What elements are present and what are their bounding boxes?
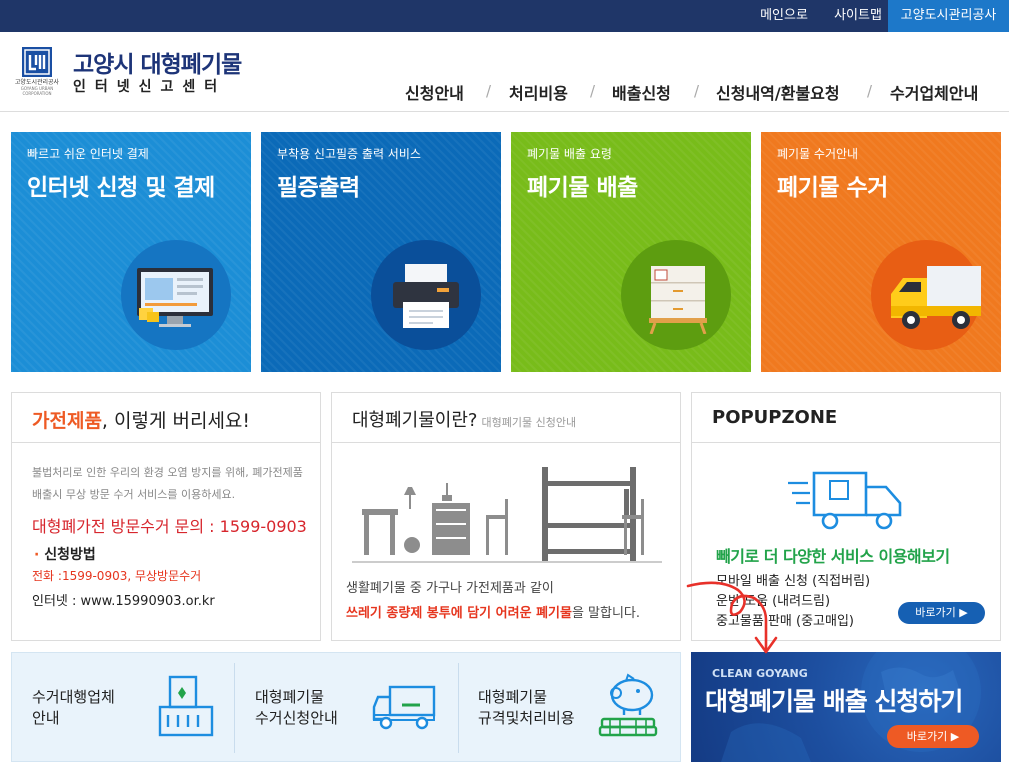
quick-divider [234, 663, 235, 753]
cabinet-icon [649, 266, 707, 334]
tile-waste-collection[interactable]: 폐기물 수거안내 폐기물 수거 [761, 132, 1001, 372]
banner-title: 대형폐기물 배출 신청하기 [705, 687, 963, 716]
appliance-title-highlight: 가전제품 [32, 410, 102, 432]
nav-separator: / [590, 82, 596, 100]
home-link[interactable]: 메인으로 [748, 0, 820, 32]
appliance-title-rest: , 이렇게 버리세요! [101, 410, 251, 432]
popup-go-button[interactable]: 바로가기 ▶ [898, 602, 985, 624]
quick-collector-guide[interactable]: 수거대행업체안내 [32, 687, 115, 729]
tile-title: 인터넷 신청 및 결제 [27, 175, 215, 201]
quick-line: 안내 [32, 709, 60, 727]
panel-header: POPUPZONE [692, 393, 1000, 443]
whatis-line1: 생활폐기물 중 가구나 가전제품과 같이 [346, 581, 554, 596]
appliance-phone: 대형폐가전 방문수거 문의 : 1599-0903 [32, 517, 307, 536]
nav-separator: / [867, 82, 873, 100]
whatis-title[interactable]: 대형폐기물이란? 대형폐기물 신청안내 [352, 406, 576, 432]
apply-method-web[interactable]: 인터넷 : www.15990903.or.kr [32, 590, 215, 609]
tile-title: 폐기물 배출 [527, 175, 638, 201]
whatis-title-sub: 대형폐기물 신청안내 [481, 416, 577, 429]
apply-method-text: 신청방법 [44, 547, 96, 563]
nav-separator: / [486, 82, 492, 100]
sitemap-link[interactable]: 사이트맵 [822, 0, 894, 32]
logo-org-name: 고양도시관리공사 [14, 79, 60, 86]
banner-caption: CLEAN GOYANG [712, 667, 808, 680]
nav-separator: / [694, 82, 700, 100]
tile-waste-disposal[interactable]: 폐기물 배출 요령 폐기물 배출 [511, 132, 751, 372]
top-utility-bar: 메인으로 사이트맵 고양도시관리공사 [0, 0, 1009, 32]
corporation-link[interactable]: 고양도시관리공사 [888, 0, 1009, 32]
nav-collector-guide[interactable]: 수거업체안내 [890, 80, 978, 103]
whatis-title-text: 대형폐기물이란? [352, 410, 478, 431]
tile-caption: 빠르고 쉬운 인터넷 결제 [27, 147, 149, 161]
tile-caption: 폐기물 수거안내 [777, 147, 859, 161]
banner-go-button[interactable]: 바로가기 ▶ [887, 725, 979, 748]
disposal-apply-banner[interactable]: CLEAN GOYANG 대형폐기물 배출 신청하기 바로가기 ▶ [691, 652, 1001, 762]
tile-caption: 폐기물 배출 요령 [527, 147, 612, 161]
panel-header: 가전제품, 이렇게 버리세요! [12, 393, 320, 443]
whatis-panel: 대형폐기물이란? 대형폐기물 신청안내 생활폐기물 중 가구나 가전제품과 같이… [331, 392, 681, 641]
nav-apply-guide[interactable]: 신청안내 [405, 80, 464, 103]
appliance-title: 가전제품, 이렇게 버리세요! [32, 406, 250, 433]
building-icon [158, 675, 214, 737]
quick-collection-guide[interactable]: 대형폐기물수거신청안내 [255, 687, 338, 729]
quick-line: 수거신청안내 [255, 709, 338, 727]
header-divider [0, 111, 1009, 112]
quick-divider [458, 663, 459, 753]
apply-method-phone: 전화 :1599-0903, 무상방문수거 [32, 569, 202, 583]
site-title[interactable]: 고양시 대형폐기물 [73, 45, 242, 79]
quick-line: 대형폐기물 [255, 688, 325, 706]
popup-headline[interactable]: 빼기로 더 다양한 서비스 이용해보기 [716, 543, 950, 567]
appliance-panel: 가전제품, 이렇게 버리세요! 불법처리로 인한 우리의 환경 오염 방지를 위… [11, 392, 321, 641]
delivery-truck-icon [788, 471, 902, 530]
bullet-icon: · [34, 547, 40, 563]
quick-line: 규격및처리비용 [478, 709, 575, 727]
tile-certificate-print[interactable]: 부착용 신고필증 출력 서비스 필증출력 [261, 132, 501, 372]
logo-org-english: GOYANG URBAN CORPORATION [20, 86, 54, 96]
whatis-line2: 쓰레기 종량제 봉투에 담기 어려운 폐기물을 말합니다. [346, 602, 640, 621]
site-subtitle: 인터넷신고센터 [73, 79, 227, 95]
tile-title: 폐기물 수거 [777, 175, 888, 201]
nav-history-refund[interactable]: 신청내역/환불요청 [716, 80, 840, 103]
tile-title: 필증출력 [277, 175, 360, 201]
piggy-bank-icon [598, 673, 658, 737]
quick-size-cost[interactable]: 대형폐기물규격및처리비용 [478, 687, 575, 729]
quick-links: 수거대행업체안내 대형폐기물수거신청안내 대형폐기물규격및처리비용 [11, 652, 681, 762]
apply-method-label: · 신청방법 [34, 544, 96, 564]
whatis-line2-rest: 을 말합니다. [571, 606, 641, 621]
furniture-illustration [352, 467, 662, 563]
monitor-icon [137, 268, 213, 327]
whatis-line2-highlight: 쓰레기 종량제 봉투에 담기 어려운 폐기물 [346, 606, 572, 621]
printer-icon [393, 264, 459, 328]
nav-disposal-apply[interactable]: 배출신청 [612, 80, 671, 103]
panel-header: 대형폐기물이란? 대형폐기물 신청안내 [332, 393, 680, 443]
nav-cost[interactable]: 처리비용 [509, 80, 568, 103]
tile-caption: 부착용 신고필증 출력 서비스 [277, 147, 421, 161]
annotation-arrow-icon [686, 581, 778, 654]
logo-icon[interactable] [22, 47, 52, 77]
tile-internet-payment[interactable]: 빠르고 쉬운 인터넷 결제 인터넷 신청 및 결제 [11, 132, 251, 372]
quick-line: 대형폐기물 [478, 688, 548, 706]
truck-icon [891, 266, 981, 329]
appliance-description: 불법처리로 인한 우리의 환경 오염 방지를 위해, 폐가전제품 배출시 무상 … [32, 466, 303, 501]
popupzone-title: POPUPZONE [712, 407, 838, 428]
quick-line: 수거대행업체 [32, 688, 115, 706]
truck-icon [372, 685, 436, 730]
